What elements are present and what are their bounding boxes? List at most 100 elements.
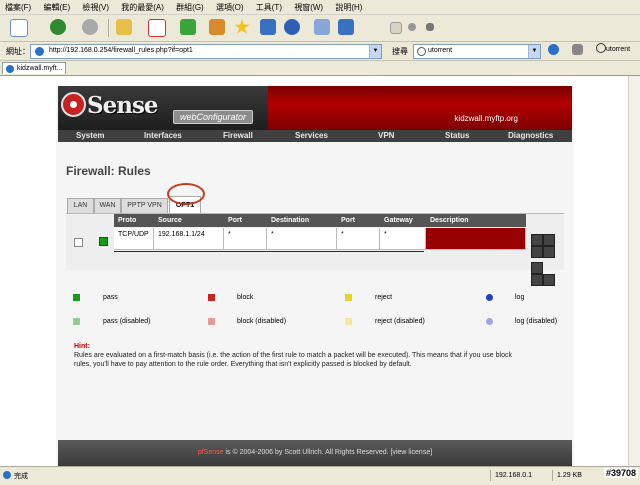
menu-favorites[interactable]: 我的最愛(A) [116, 0, 169, 13]
attach-icon[interactable] [408, 23, 416, 31]
hostname: kidzwall.myftp.org [454, 114, 518, 123]
header-destination: Destination [267, 214, 337, 227]
home-icon[interactable] [209, 19, 225, 35]
page-icon [6, 65, 14, 73]
chevron-down-icon[interactable]: ▼ [528, 45, 540, 58]
web-configurator-badge: webConfigurator [173, 110, 254, 124]
rule-checkbox[interactable] [74, 238, 83, 247]
grid-icon[interactable] [338, 19, 354, 35]
page-footer: pfSense is © 2004-2006 by Scott Ullrich.… [58, 440, 572, 466]
status-ip: 192.168.0.1 [490, 470, 552, 481]
window-icon[interactable] [260, 19, 276, 35]
tab-wan[interactable]: WAN [94, 198, 121, 213]
hint-box: Hint: Rules are evaluated on a first-mat… [74, 342, 514, 369]
cell-proto[interactable]: TCP/UDP [114, 228, 154, 250]
stop-icon[interactable] [148, 19, 166, 37]
menu-file[interactable]: 檔案(F) [0, 0, 36, 13]
undo-icon[interactable] [284, 19, 300, 35]
search-go-icon[interactable] [572, 44, 583, 55]
legend-pass-disabled: pass (disabled) [103, 318, 151, 325]
tab-lan[interactable]: LAN [67, 198, 94, 213]
pass-icon [73, 294, 80, 301]
nav-status[interactable]: Status [445, 131, 469, 140]
mail-icon[interactable] [390, 22, 402, 34]
footer-copyright: is © 2004-2006 by Scott Ullrich. All Rig… [223, 449, 433, 456]
up-folder-icon[interactable] [116, 19, 132, 35]
nav-system[interactable]: System [76, 131, 104, 140]
add-rule-icon[interactable] [543, 274, 555, 286]
menu-group[interactable]: 群組(G) [171, 0, 209, 13]
hint-text: Rules are evaluated on a first-match bas… [74, 352, 512, 368]
cell-description[interactable] [426, 228, 526, 250]
legend-pass: pass [103, 294, 118, 301]
tab-pptp-vpn[interactable]: PPTP VPN [121, 198, 168, 213]
cell-destination[interactable]: * [267, 228, 337, 250]
log-disabled-icon [486, 318, 493, 325]
pass-disabled-icon [73, 318, 80, 325]
chevron-down-icon[interactable]: ▼ [369, 45, 381, 58]
menu-bar: 檔案(F) 編輯(E) 檢視(V) 我的最愛(A) 群組(G) 選項(O) 工具… [0, 0, 640, 15]
columns-icon[interactable] [314, 19, 330, 35]
footer-brand[interactable]: pfSense [198, 449, 224, 456]
address-label: 網址： [6, 47, 30, 56]
move-selected-icon[interactable] [531, 234, 543, 246]
search-text: utorrent [428, 47, 453, 54]
main-nav: System Interfaces Firewall Services VPN … [58, 130, 572, 142]
reject-disabled-icon [345, 318, 352, 325]
url-input[interactable]: http://192.168.0.254/firewall_rules.php?… [30, 44, 382, 59]
delete-selected-icon[interactable] [531, 274, 543, 286]
header-gateway: Gateway [380, 214, 426, 227]
favorites-star-icon[interactable] [234, 19, 250, 34]
back-icon[interactable] [50, 19, 66, 35]
nav-services[interactable]: Services [295, 131, 328, 140]
cell-port[interactable]: * [224, 228, 267, 250]
cell-gateway[interactable]: * [380, 228, 426, 250]
forward-icon[interactable] [82, 19, 98, 35]
browser-toolbar [0, 15, 640, 42]
nav-diagnostics[interactable]: Diagnostics [508, 131, 553, 140]
move-end-icon[interactable] [531, 262, 543, 274]
browser-tab[interactable]: kidzwall.myft... [2, 62, 66, 74]
new-page-icon[interactable] [10, 19, 28, 37]
tools-icon[interactable] [426, 23, 434, 31]
menu-view[interactable]: 檢視(V) [77, 0, 114, 13]
nav-interfaces[interactable]: Interfaces [144, 131, 182, 140]
browser-tab-title: kidzwall.myft... [17, 65, 63, 72]
cell-source[interactable]: 192.168.1.1/24 [154, 228, 224, 250]
search-engine-icon[interactable] [548, 44, 559, 55]
header-source: Source [154, 214, 224, 227]
edit-rule-icon[interactable] [543, 234, 555, 246]
rules-panel: Proto Source Port Destination Port Gatew… [66, 213, 564, 286]
address-bar: 網址： http://192.168.0.254/firewall_rules.… [0, 42, 640, 61]
delete-rule-icon[interactable] [531, 246, 543, 258]
nav-firewall[interactable]: Firewall [223, 131, 253, 140]
cell-dest-port[interactable]: * [337, 228, 380, 250]
url-text: http://192.168.0.254/firewall_rules.php?… [49, 47, 193, 54]
ie-status-icon [3, 471, 11, 479]
header-banner: Sense webConfigurator kidzwall.myftp.org [58, 86, 572, 130]
reject-icon [345, 294, 352, 301]
vertical-scrollbar[interactable] [628, 76, 640, 466]
pfsense-page: Sense webConfigurator kidzwall.myftp.org… [56, 86, 574, 466]
menu-help[interactable]: 說明(H) [330, 0, 367, 13]
status-size: 1.29 KB [552, 470, 588, 481]
page-title: Firewall: Rules [66, 164, 151, 178]
menu-options[interactable]: 選項(O) [211, 0, 249, 13]
refresh-icon[interactable] [180, 19, 196, 35]
copy-rule-icon[interactable] [543, 246, 555, 258]
menu-edit[interactable]: 編輯(E) [38, 0, 75, 13]
nav-vpn[interactable]: VPN [378, 131, 394, 140]
legend-log-disabled: log (disabled) [515, 318, 558, 325]
block-disabled-icon [208, 318, 215, 325]
watermark: #39708 [603, 468, 638, 478]
menu-tools[interactable]: 工具(T) [251, 0, 287, 13]
header-proto: Proto [114, 214, 154, 227]
search-icon [417, 47, 426, 56]
search-input[interactable]: utorrent ▼ [413, 44, 541, 59]
browser-tab-strip: kidzwall.myft... [0, 61, 640, 76]
hint-title: Hint: [74, 343, 90, 350]
legend-block-disabled: block (disabled) [237, 318, 287, 325]
pass-rule-icon[interactable] [99, 237, 108, 246]
menu-window[interactable]: 視窗(W) [289, 0, 328, 13]
legend-log: log [515, 294, 525, 301]
